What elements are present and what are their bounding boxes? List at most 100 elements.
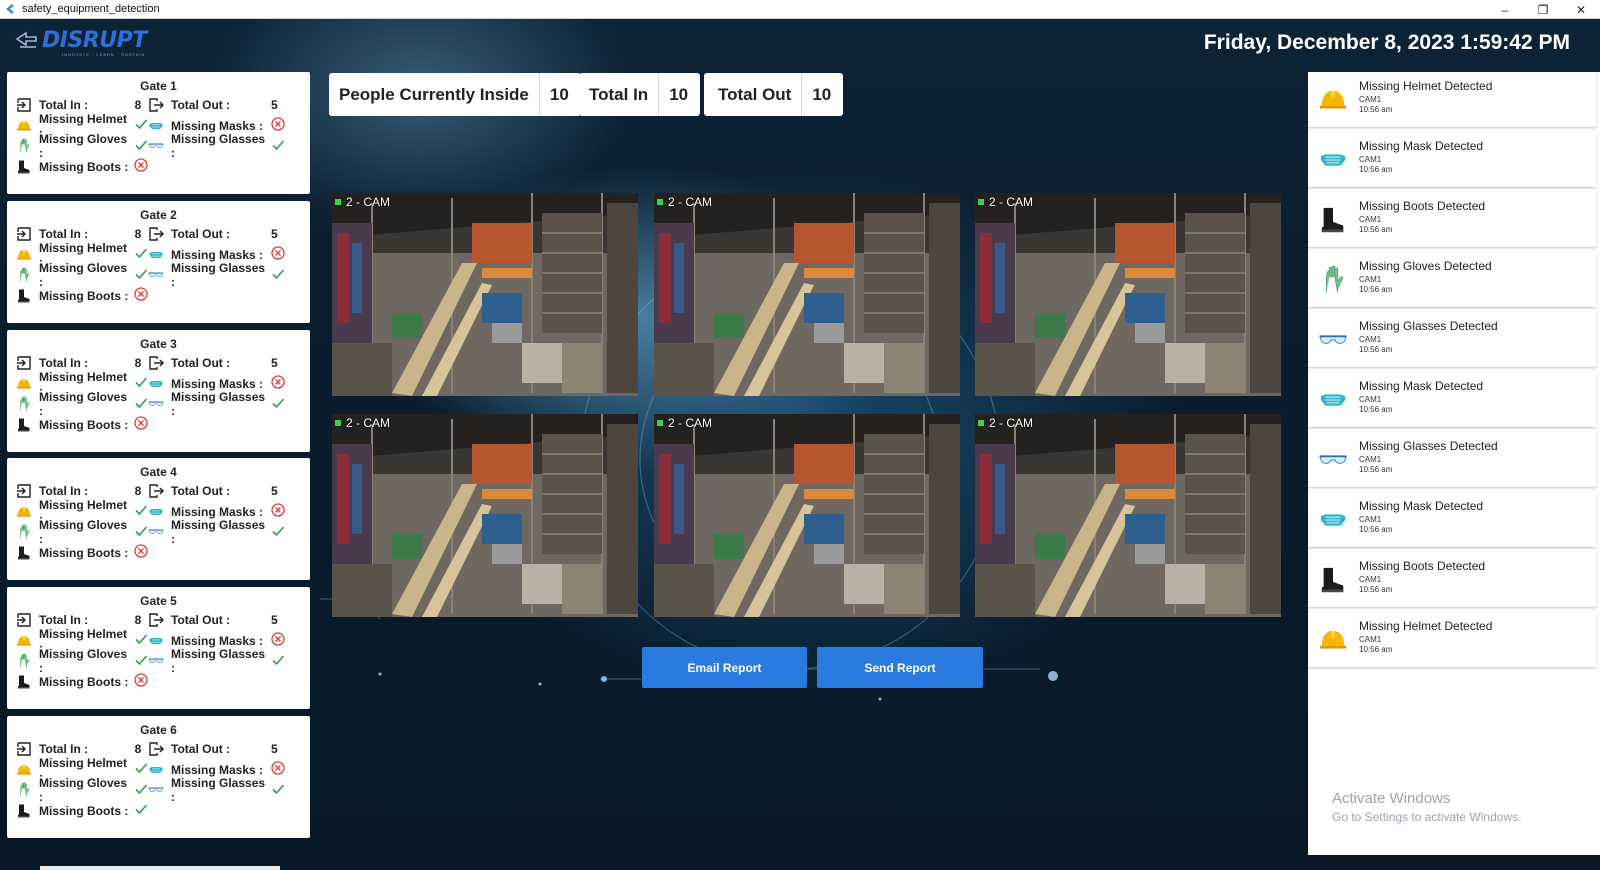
gloves-status-check-icon <box>134 653 148 670</box>
camera-feed[interactable]: 2 - CAM <box>654 193 960 396</box>
camera-feed[interactable]: 2 - CAM <box>332 414 638 617</box>
camera-label: 2 - CAM <box>978 195 1033 209</box>
missing-gloves-label: Missing Gloves : <box>39 647 128 676</box>
alert-camera: CAM1 <box>1359 575 1382 584</box>
camera-label: 2 - CAM <box>657 416 712 430</box>
gate-gloves-glasses-row: Missing Gloves : Missing Glasses : <box>16 776 301 804</box>
alert-time: 10:56 am <box>1359 285 1393 294</box>
gloves-status-check-icon <box>134 267 148 284</box>
activate-windows-watermark: Activate Windows Go to Settings to activ… <box>1332 790 1521 824</box>
total-out-value: 5 <box>271 356 278 371</box>
gloves-status-check-icon <box>134 396 148 413</box>
boots-status-missing-icon <box>134 544 148 561</box>
glasses-icon <box>1316 443 1350 477</box>
camera-name: 2 - CAM <box>346 195 391 209</box>
boot-icon <box>16 674 32 690</box>
people-inside-label: People Currently Inside <box>339 84 529 104</box>
missing-glasses-label: Missing Glasses : <box>171 390 266 419</box>
camera-feed[interactable]: 2 - CAM <box>975 414 1281 617</box>
alert-camera: CAM1 <box>1359 215 1382 224</box>
alert-item[interactable]: Missing Mask Detected CAM1 10:56 am <box>1308 132 1596 187</box>
gate-card: Gate 3 Total In : 8 Total Out : 5 Missing … <box>7 330 310 452</box>
glasses-icon <box>148 782 164 798</box>
boot-icon <box>16 159 32 175</box>
camera-grid: 2 - CAM 2 - CAM 2 - CAM 2 - CAM 2 - CAM … <box>332 193 1281 617</box>
missing-boots-label: Missing Boots : <box>39 288 129 303</box>
total-in-value: 8 <box>134 742 142 757</box>
glasses-status-check-icon <box>271 138 285 155</box>
camera-name: 2 - CAM <box>989 195 1034 209</box>
send-report-button[interactable]: Send Report <box>817 647 983 688</box>
email-report-button[interactable]: Email Report <box>642 647 807 688</box>
alert-item[interactable]: Missing Boots Detected CAM1 10:56 am <box>1308 552 1596 607</box>
alert-camera: CAM1 <box>1359 455 1382 464</box>
glasses-status-check-icon <box>271 782 285 799</box>
glove-icon <box>16 267 32 283</box>
total-in-value: 8 <box>134 613 142 628</box>
logout-icon <box>148 355 164 371</box>
alert-item[interactable]: Missing Mask Detected CAM1 10:56 am <box>1308 492 1596 547</box>
alert-item[interactable]: Missing Glasses Detected CAM1 10:56 am <box>1308 312 1596 367</box>
boots-status-missing-icon <box>134 416 148 433</box>
logout-icon <box>148 483 164 499</box>
camera-name: 2 - CAM <box>668 416 713 430</box>
gate-card: Gate 1 Total In : 8 Total Out : 5 Missing … <box>7 72 310 194</box>
taskbar-indicator <box>40 866 280 870</box>
boot-icon <box>1316 563 1350 597</box>
total-out-label: Total Out : <box>171 227 231 242</box>
camera-label: 2 - CAM <box>335 416 390 430</box>
missing-masks-label: Missing Masks : <box>171 762 264 777</box>
total-in-value: 8 <box>134 227 142 242</box>
total-out-label: Total Out : <box>171 98 231 113</box>
alerts-panel: Missing Helmet Detected CAM1 10:56 am Mi… <box>1308 72 1600 855</box>
alert-item[interactable]: Missing Mask Detected CAM1 10:56 am <box>1308 372 1596 427</box>
alert-time: 10:56 am <box>1359 165 1393 174</box>
missing-masks-label: Missing Masks : <box>171 247 264 262</box>
helmet-icon <box>1316 83 1350 117</box>
alert-title: Missing Helmet Detected <box>1359 619 1493 633</box>
camera-name: 2 - CAM <box>989 416 1034 430</box>
close-button[interactable]: ✕ <box>1562 0 1600 19</box>
total-out-value: 5 <box>271 484 278 499</box>
alert-camera: CAM1 <box>1359 635 1382 644</box>
app-icon <box>6 4 14 14</box>
missing-glasses-label: Missing Glasses : <box>171 261 266 290</box>
alert-item[interactable]: Missing Gloves Detected CAM1 10:56 am <box>1308 252 1596 307</box>
camera-feed[interactable]: 2 - CAM <box>975 193 1281 396</box>
boots-status-missing-icon <box>134 673 148 690</box>
company-logo: DISRUPT INNOVATE · LEARN · SUSTAIN <box>14 28 147 57</box>
boot-icon <box>16 545 32 561</box>
boots-status-check-icon <box>134 802 148 819</box>
camera-name: 2 - CAM <box>668 195 713 209</box>
alert-item[interactable]: Missing Glasses Detected CAM1 10:56 am <box>1308 432 1596 487</box>
camera-label: 2 - CAM <box>978 416 1033 430</box>
live-indicator-icon <box>335 420 341 426</box>
alert-item[interactable]: Missing Helmet Detected CAM1 10:56 am <box>1308 612 1596 667</box>
gate-title: Gate 6 <box>140 723 177 737</box>
mask-icon <box>1316 383 1350 417</box>
camera-feed[interactable]: 2 - CAM <box>654 414 960 617</box>
glasses-status-check-icon <box>271 524 285 541</box>
alert-item[interactable]: Missing Helmet Detected CAM1 10:56 am <box>1308 72 1596 127</box>
gate-card: Gate 5 Total In : 8 Total Out : 5 Missing … <box>7 587 310 709</box>
alert-camera: CAM1 <box>1359 335 1382 344</box>
restore-button[interactable]: ❐ <box>1524 0 1562 19</box>
current-datetime: Friday, December 8, 2023 1:59:42 PM <box>1203 31 1570 54</box>
total-out-stat: Total Out 10 <box>704 73 844 116</box>
alert-camera: CAM1 <box>1359 395 1382 404</box>
total-in-value: 8 <box>134 98 142 113</box>
alert-item[interactable]: Missing Boots Detected CAM1 10:56 am <box>1308 192 1596 247</box>
boot-icon <box>16 803 32 819</box>
gate-card: Gate 2 Total In : 8 Total Out : 5 Missing … <box>7 201 310 323</box>
missing-glasses-label: Missing Glasses : <box>171 776 266 805</box>
gate-gloves-glasses-row: Missing Gloves : Missing Glasses : <box>16 261 301 289</box>
minimize-button[interactable]: – <box>1486 0 1524 19</box>
missing-boots-label: Missing Boots : <box>39 417 129 432</box>
alert-title: Missing Gloves Detected <box>1359 259 1492 273</box>
missing-gloves-label: Missing Gloves : <box>39 261 128 290</box>
activate-windows-title: Activate Windows <box>1332 790 1451 807</box>
camera-feed[interactable]: 2 - CAM <box>332 193 638 396</box>
total-out-label: Total Out : <box>171 742 231 757</box>
total-out-value: 5 <box>271 613 278 628</box>
live-indicator-icon <box>978 199 984 205</box>
